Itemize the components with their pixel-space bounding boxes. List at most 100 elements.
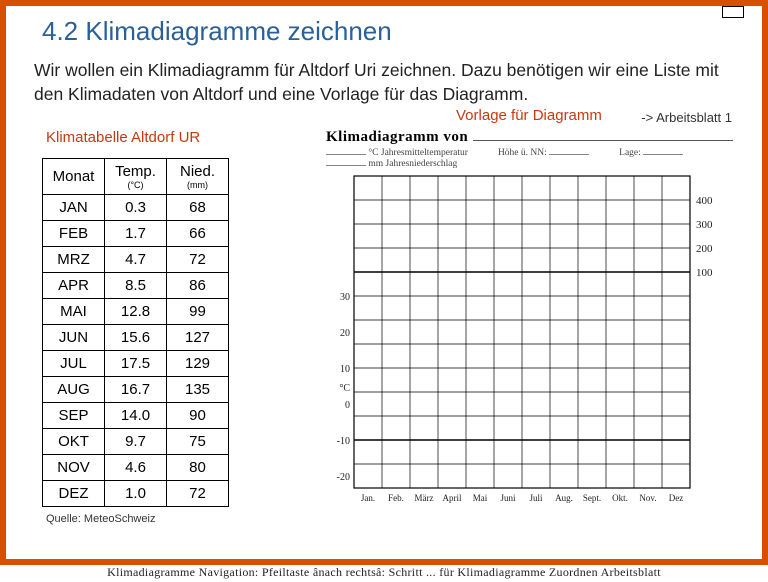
- svg-text:Feb.: Feb.: [388, 493, 404, 503]
- meta-temp: °C Jahresmitteltemperatur: [326, 148, 468, 158]
- cell-month: OKT: [43, 429, 105, 455]
- cell-nied: 75: [167, 429, 229, 455]
- cell-nied: 80: [167, 455, 229, 481]
- svg-text:Dez: Dez: [669, 493, 684, 503]
- cell-nied: 72: [167, 247, 229, 273]
- table-row: SEP14.090: [43, 403, 229, 429]
- svg-text:°C: °C: [339, 383, 350, 394]
- footer-left: Klimadiagramme Navigation: Pfeiltaste ân…: [107, 565, 436, 579]
- cell-nied: 127: [167, 325, 229, 351]
- cell-temp: 4.6: [105, 455, 167, 481]
- cell-nied: 86: [167, 273, 229, 299]
- diagram-caption: Vorlage für Diagramm: [456, 107, 602, 124]
- svg-text:Jan.: Jan.: [361, 493, 375, 503]
- meta-loc: Lage:: [619, 148, 683, 158]
- footer-caption: Klimadiagramme Navigation: Pfeiltaste ân…: [0, 565, 768, 582]
- cell-temp: 15.6: [105, 325, 167, 351]
- cell-temp: 4.7: [105, 247, 167, 273]
- diagram-meta-row-2: mm Jahresniederschlag: [326, 159, 742, 169]
- slide-frame: 4.2 Klimadiagramme zeichnen Wir wollen e…: [0, 0, 768, 565]
- svg-text:300: 300: [696, 219, 713, 231]
- cell-temp: 12.8: [105, 299, 167, 325]
- svg-text:März: März: [415, 493, 434, 503]
- page-indicator: [722, 6, 744, 18]
- svg-text:Mai: Mai: [473, 493, 488, 503]
- svg-text:0: 0: [345, 400, 350, 411]
- cell-temp: 17.5: [105, 351, 167, 377]
- intro-text: Wir wollen ein Klimadiagramm für Altdorf…: [34, 59, 734, 106]
- table-source: Quelle: MeteoSchweiz: [46, 513, 306, 525]
- cell-temp: 9.7: [105, 429, 167, 455]
- cell-temp: 0.3: [105, 195, 167, 221]
- table-row: OKT9.775: [43, 429, 229, 455]
- footer-right: für Klimadiagramme Zuordnen Arbeitsblatt: [439, 565, 661, 579]
- cell-month: JUN: [43, 325, 105, 351]
- table-row: APR8.586: [43, 273, 229, 299]
- diagram-title: Klimadiagramm von: [326, 129, 742, 146]
- cell-month: NOV: [43, 455, 105, 481]
- svg-text:20: 20: [340, 328, 350, 339]
- table-row: MAI12.899: [43, 299, 229, 325]
- svg-text:Okt.: Okt.: [612, 493, 628, 503]
- svg-text:Juli: Juli: [529, 493, 543, 503]
- svg-text:Nov.: Nov.: [639, 493, 656, 503]
- cell-month: DEZ: [43, 481, 105, 507]
- svg-text:Sept.: Sept.: [583, 493, 601, 503]
- diagram-column: Vorlage für Diagramm Klimadiagramm von °…: [306, 129, 742, 520]
- worksheet-reference: -> Arbeitsblatt 1: [26, 110, 732, 125]
- th-nied: Nied. (mm): [167, 159, 229, 195]
- svg-text:Aug.: Aug.: [555, 493, 573, 503]
- cell-month: FEB: [43, 221, 105, 247]
- grid-svg: 100 200 300 400 30 20 10 °C 0 -10 -20 Jan. Feb. März A…: [326, 170, 736, 520]
- meta-height: Höhe ü. NN:: [498, 148, 589, 158]
- svg-text:400: 400: [696, 195, 713, 207]
- cell-temp: 8.5: [105, 273, 167, 299]
- th-temp-label: Temp.: [115, 163, 156, 180]
- diagram-meta-row-1: °C Jahresmitteltemperatur Höhe ü. NN: La…: [326, 148, 742, 158]
- svg-text:100: 100: [696, 267, 713, 279]
- cell-nied: 68: [167, 195, 229, 221]
- table-caption: Klimatabelle Altdorf UR: [46, 129, 306, 146]
- cell-month: SEP: [43, 403, 105, 429]
- th-temp: Temp. (°C): [105, 159, 167, 195]
- cell-temp: 1.0: [105, 481, 167, 507]
- table-row: FEB1.766: [43, 221, 229, 247]
- cell-temp: 1.7: [105, 221, 167, 247]
- svg-text:10: 10: [340, 364, 350, 375]
- cell-nied: 90: [167, 403, 229, 429]
- th-temp-unit: (°C): [105, 181, 166, 190]
- svg-text:Juni: Juni: [500, 493, 516, 503]
- cell-temp: 14.0: [105, 403, 167, 429]
- table-row: MRZ4.772: [43, 247, 229, 273]
- svg-text:30: 30: [340, 292, 350, 303]
- svg-text:200: 200: [696, 243, 713, 255]
- svg-text:April: April: [443, 493, 462, 503]
- cell-month: JUL: [43, 351, 105, 377]
- svg-text:-10: -10: [337, 436, 350, 447]
- cell-nied: 72: [167, 481, 229, 507]
- content-row: Klimatabelle Altdorf UR Monat Temp. (°C)…: [26, 129, 742, 525]
- cell-nied: 66: [167, 221, 229, 247]
- cell-month: AUG: [43, 377, 105, 403]
- table-row: AUG16.7135: [43, 377, 229, 403]
- table-row: JUL17.5129: [43, 351, 229, 377]
- diagram-grid: 100200300400302010°C0-10-20Jan.Feb.MärzA…: [326, 170, 706, 520]
- cell-nied: 129: [167, 351, 229, 377]
- page-title: 4.2 Klimadiagramme zeichnen: [42, 16, 742, 47]
- table-row: NOV4.680: [43, 455, 229, 481]
- table-header-row: Monat Temp. (°C) Nied. (mm): [43, 159, 229, 195]
- table-row: JAN0.368: [43, 195, 229, 221]
- cell-month: JAN: [43, 195, 105, 221]
- diagram-title-blank: [473, 131, 733, 141]
- cell-month: MAI: [43, 299, 105, 325]
- climate-table: Monat Temp. (°C) Nied. (mm) JAN0.368FEB1…: [42, 158, 229, 507]
- cell-month: MRZ: [43, 247, 105, 273]
- svg-text:-20: -20: [337, 472, 350, 483]
- th-month: Monat: [43, 159, 105, 195]
- table-column: Klimatabelle Altdorf UR Monat Temp. (°C)…: [26, 129, 306, 525]
- table-row: DEZ1.072: [43, 481, 229, 507]
- th-nied-unit: (mm): [167, 181, 228, 190]
- th-nied-label: Nied.: [180, 163, 215, 180]
- table-row: JUN15.6127: [43, 325, 229, 351]
- meta-precip: mm Jahresniederschlag: [326, 159, 457, 169]
